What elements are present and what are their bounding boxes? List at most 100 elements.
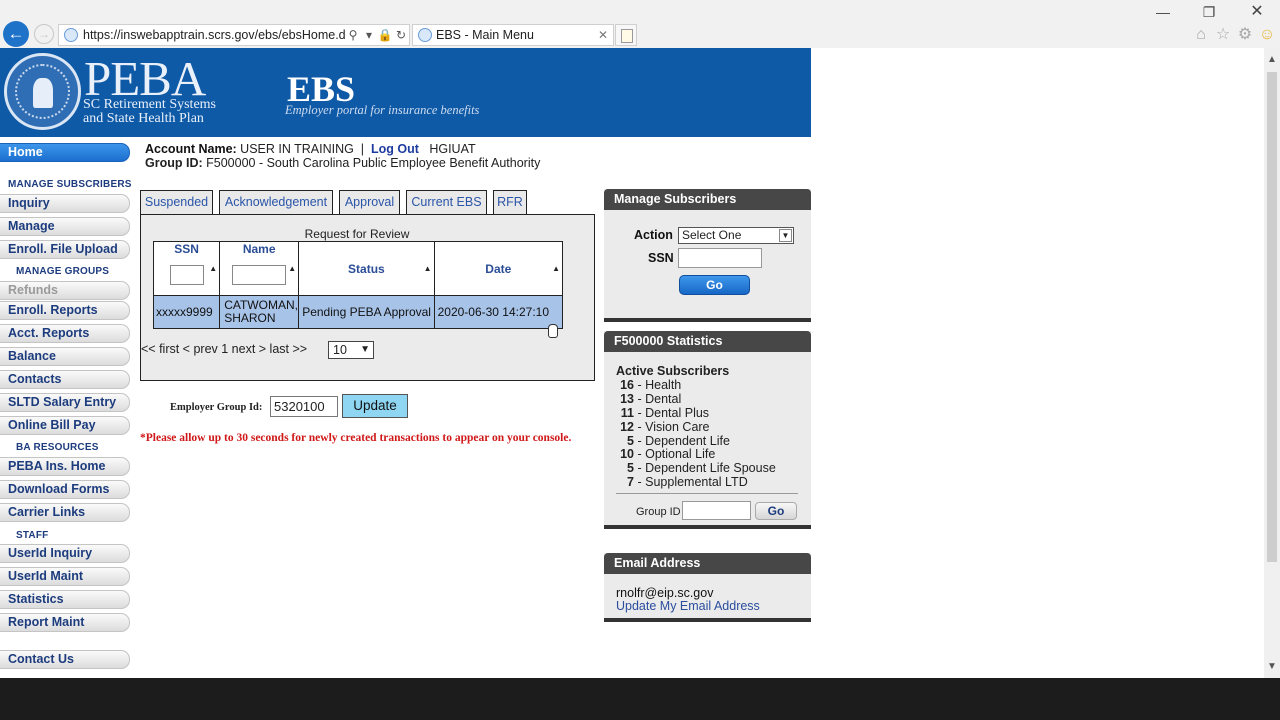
column-header-date[interactable]: Date ▲ [433,241,564,296]
stat-row: 10 - Optional Life [616,447,715,461]
hand-cursor-icon [548,324,558,338]
stat-count: 10 [620,447,634,461]
lock-icon[interactable]: 🔒 [377,28,393,42]
minimize-icon[interactable]: — [1150,2,1176,22]
statistics-panel: F500000 Statistics Active Subscribers 16… [604,331,811,529]
sort-arrow-icon[interactable]: ▲ [288,264,296,273]
stat-row: 12 - Vision Care [616,420,709,434]
column-header-name[interactable]: Name ▲ [219,241,300,296]
address-url[interactable]: https://inswebapptrain.scrs.gov/ebs/ebsH… [83,28,345,42]
section-manage-subscribers: MANAGE SUBSCRIBERS [8,179,132,190]
sidebar-item-peba-ins-home[interactable]: PEBA Ins. Home [0,457,130,476]
scroll-up-icon[interactable]: ▲ [1264,54,1280,65]
group-id-go-button[interactable]: Go [755,502,797,520]
group-id-label: Group ID: [145,156,203,170]
forward-arrow-icon[interactable]: → [34,24,54,44]
column-header-ssn[interactable]: SSN ▲ [152,241,221,296]
sidebar-item-balance[interactable]: Balance [0,347,130,366]
stat-row: 11 - Dental Plus [616,406,709,420]
update-email-link[interactable]: Update My Email Address [616,599,760,613]
stat-count: 12 [620,420,634,434]
ssn-filter-input[interactable] [169,265,204,285]
tab-approval[interactable]: Approval [339,190,400,215]
restore-icon[interactable]: ❐ [1196,2,1222,22]
sidebar-item-contacts[interactable]: Contacts [0,370,130,389]
name-filter-input[interactable] [232,265,287,285]
rfr-table: SSN ▲ Name ▲ Status ▲ Date ▲ xxxxx9999 C… [152,241,564,329]
logout-link[interactable]: Log Out [371,142,419,156]
ssn-input[interactable] [678,248,762,268]
back-arrow-icon[interactable]: ← [3,21,29,47]
stat-row: 5 - Dependent Life [616,434,730,448]
group-id-lookup-input[interactable] [682,501,751,520]
gear-icon[interactable]: ⚙ [1235,25,1255,45]
sidebar-item-userid-maint[interactable]: UserId Maint [0,567,130,586]
sidebar-item-contact-us[interactable]: Contact Us [0,650,130,669]
stat-count: 16 [620,378,634,392]
tab-acknowledgement[interactable]: Acknowledgement [219,190,333,215]
sidebar-item-enroll-reports[interactable]: Enroll. Reports [0,301,130,320]
account-info: Account Name: USER IN TRAINING | Log Out… [145,142,476,156]
panel-title: F500000 Statistics [604,331,811,352]
cell-date[interactable]: 2020-06-30 14:27:10 [433,295,564,329]
panel-title: Manage Subscribers [604,189,811,210]
pager[interactable]: << first < prev 1 next > last >> [141,342,307,356]
cell-ssn[interactable]: xxxxx9999 [152,295,221,329]
browser-tab[interactable]: EBS - Main Menu ✕ [412,24,614,46]
star-icon[interactable]: ☆ [1213,25,1233,45]
stat-label: - Optional Life [637,447,716,461]
peba-tagline-line2: and State Health Plan [83,111,204,126]
environment-label: HGIUAT [429,142,476,156]
sidebar-item-enroll-file-upload[interactable]: Enroll. File Upload [0,240,130,259]
close-tab-icon[interactable]: ✕ [596,28,610,42]
sidebar-item-home[interactable]: Home [0,143,130,162]
employer-group-input[interactable]: 5320100 [270,396,338,417]
tab-current-ebs[interactable]: Current EBS [406,190,487,215]
sidebar-item-download-forms[interactable]: Download Forms [0,480,130,499]
manage-subscribers-panel: Manage Subscribers Action Select One ▼ S… [604,189,811,322]
sidebar-item-carrier-links[interactable]: Carrier Links [0,503,130,522]
sidebar-item-acct-reports[interactable]: Acct. Reports [0,324,130,343]
home-icon[interactable]: ⌂ [1191,25,1211,45]
app-subtitle: Employer portal for insurance benefits [285,103,480,117]
sidebar-item-sltd-salary-entry[interactable]: SLTD Salary Entry [0,393,130,412]
stat-count: 13 [620,392,634,406]
account-name-label: Account Name: [145,142,237,156]
vertical-scrollbar[interactable]: ▲ ▼ [1264,48,1280,678]
page-size-select[interactable]: 10 ▼ [328,341,374,359]
tab-rfr[interactable]: RFR [493,190,527,216]
sort-arrow-icon[interactable]: ▲ [552,264,560,273]
sidebar-item-online-bill-pay[interactable]: Online Bill Pay [0,416,130,435]
sidebar-item-inquiry[interactable]: Inquiry [0,194,130,213]
chevron-down-icon: ▼ [360,344,370,355]
column-header-status[interactable]: Status ▲ [298,241,435,296]
scroll-down-icon[interactable]: ▼ [1264,661,1280,672]
tab-suspended[interactable]: Suspended [140,190,213,215]
close-window-icon[interactable]: ✕ [1244,2,1270,22]
stat-label: - Dependent Life [637,434,730,448]
address-bar[interactable]: https://inswebapptrain.scrs.gov/ebs/ebsH… [58,24,410,46]
new-tab-icon[interactable] [615,24,637,46]
state-seal-icon [4,53,81,130]
sort-arrow-icon[interactable]: ▲ [424,264,432,273]
refresh-icon[interactable]: ↻ [393,28,409,42]
scroll-thumb[interactable] [1267,72,1277,562]
update-button[interactable]: Update [342,394,408,418]
stat-row: 5 - Dependent Life Spouse [616,461,776,475]
search-icon[interactable]: ⚲ [345,28,361,42]
sidebar-item-userid-inquiry[interactable]: UserId Inquiry [0,544,130,563]
smiley-icon[interactable]: ☺ [1257,25,1277,45]
table-row[interactable]: xxxxx9999 CATWOMAN, SHARON Pending PEBA … [152,295,564,329]
cell-name[interactable]: CATWOMAN, SHARON [219,295,300,329]
column-label-name: Name [242,242,276,256]
sidebar-item-manage[interactable]: Manage [0,217,130,236]
action-select[interactable]: Select One ▼ [678,227,794,244]
sidebar-item-refunds: Refunds [0,281,130,300]
sidebar-item-statistics[interactable]: Statistics [0,590,130,609]
sort-arrow-icon[interactable]: ▲ [209,264,217,273]
go-button[interactable]: Go [679,275,750,295]
cell-status[interactable]: Pending PEBA Approval [298,295,435,329]
taskbar [0,678,1280,720]
dropdown-icon[interactable]: ▾ [361,28,377,42]
sidebar-item-report-maint[interactable]: Report Maint [0,613,130,632]
